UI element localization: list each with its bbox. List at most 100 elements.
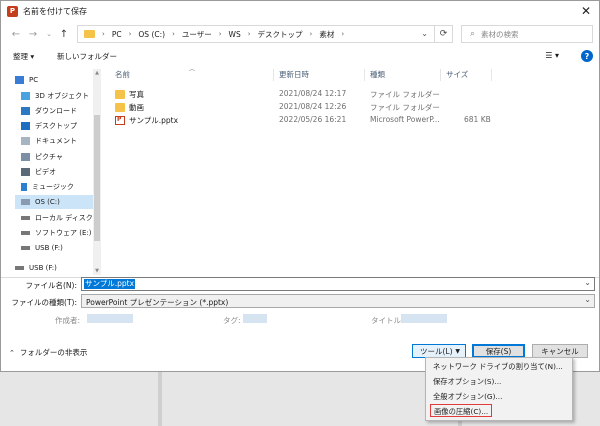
filename-field[interactable]: サンプル.pptx ⌄ [81, 277, 595, 291]
breadcrumb-separator: › [218, 30, 222, 38]
up-arrow-icon[interactable]: ↑ [57, 27, 71, 41]
column-header-size[interactable]: サイズ [446, 69, 468, 80]
breadcrumb-os-c[interactable]: OS (C:) [138, 30, 165, 39]
hide-folders-toggle[interactable]: ⌃ フォルダーの非表示 [9, 347, 87, 358]
recent-locations-icon[interactable]: ⌄ [42, 27, 56, 41]
file-name: サンプル.pptx [129, 116, 179, 125]
save-label: 保存(S) [485, 346, 512, 356]
3d-objects-icon [21, 92, 30, 100]
breadcrumb-sozai[interactable]: 素材 [319, 29, 334, 40]
file-modified: 2021/08/24 12:17 [279, 89, 347, 98]
search-placeholder: 素材の検索 [481, 29, 519, 39]
breadcrumb-desktop[interactable]: デスクトップ [258, 29, 303, 40]
navigation-pane: PC 3D オブジェクト ダウンロード デスクトップ ドキュメント ピクチャ ビ… [1, 69, 101, 275]
breadcrumb-users[interactable]: ユーザー [182, 29, 212, 40]
refresh-icon[interactable]: ⟳ [434, 26, 452, 42]
column-divider[interactable] [273, 69, 274, 81]
sidebar-item-usb-f[interactable]: USB (F:) [21, 241, 93, 255]
title-bar: P 名前を付けて保存 ✕ [1, 1, 599, 21]
sidebar-item-os-c[interactable]: OS (C:) [15, 195, 93, 209]
chevron-down-icon[interactable]: ⌄ [421, 29, 428, 38]
filetype-value: PowerPoint プレゼンテーション (*.pptx) [86, 298, 229, 307]
title-value[interactable] [401, 314, 447, 323]
column-divider[interactable] [364, 69, 365, 81]
background-divider [158, 372, 162, 426]
sidebar-item-label: ソフトウェア (E:) [35, 229, 92, 237]
command-bar: 整理 ▾ 新しいフォルダー ☰ ▾ ? [1, 48, 599, 66]
sidebar-item-label: ミュージック [32, 183, 74, 191]
sidebar-scrollbar[interactable]: ▲ ▼ [93, 69, 101, 275]
menu-item-save-options[interactable]: 保存オプション(S)... [430, 375, 570, 388]
sidebar-item-label: OS (C:) [35, 198, 60, 206]
sort-ascending-icon: ︿ [189, 66, 196, 73]
column-header-modified[interactable]: 更新日時 [279, 69, 309, 80]
sidebar-item-local-disk-d[interactable]: ローカル ディスク (D [21, 211, 93, 225]
hide-folders-label: フォルダーの非表示 [19, 348, 88, 357]
sidebar-item-software-e[interactable]: ソフトウェア (E:) [21, 226, 93, 240]
file-size: 681 KB [464, 115, 491, 124]
menu-item-general-options[interactable]: 全般オプション(G)... [430, 390, 570, 403]
file-name: 写真 [129, 90, 144, 99]
tools-button[interactable]: ツール(L) ▼ [412, 344, 466, 358]
file-type: ファイル フォルダー [370, 90, 440, 99]
title-label: タイトル: [371, 316, 404, 325]
menu-item-compress-pictures[interactable]: 画像の圧縮(C)... [430, 404, 492, 417]
column-header-type[interactable]: 種類 [370, 69, 385, 80]
documents-icon [21, 137, 30, 145]
sidebar-item-label: USB (F:) [35, 244, 63, 252]
folder-icon [84, 30, 95, 38]
menu-item-map-network-drive[interactable]: ネットワーク ドライブの割り当て(N)... [430, 360, 570, 373]
breadcrumb-separator: › [102, 30, 105, 38]
file-type: Microsoft PowerP... [370, 115, 440, 124]
breadcrumb-ws[interactable]: WS [229, 30, 241, 39]
tags-label: タグ: [223, 316, 241, 325]
breadcrumb-pc[interactable]: PC [112, 30, 122, 39]
pictures-icon [21, 153, 30, 161]
breadcrumb-separator: › [247, 30, 251, 38]
forward-arrow-icon[interactable]: → [26, 27, 40, 41]
chevron-down-icon[interactable]: ⌄ [584, 278, 591, 287]
folder-icon [115, 90, 125, 99]
table-row[interactable]: サンプル.pptx 2022/05/26 16:21 Microsoft Pow… [109, 114, 599, 127]
cancel-label: キャンセル [541, 346, 579, 356]
filename-value[interactable]: サンプル.pptx [84, 279, 136, 289]
drive-icon [21, 231, 30, 235]
breadcrumb-separator: › [309, 30, 313, 38]
column-header-name[interactable]: 名前 [115, 69, 130, 80]
sidebar-item-usb-f-root[interactable]: USB (F:) [15, 261, 93, 275]
author-value[interactable] [87, 314, 133, 323]
scrollbar-thumb[interactable] [94, 115, 100, 241]
drive-icon [21, 199, 30, 205]
back-arrow-icon[interactable]: ← [9, 27, 23, 41]
cancel-button[interactable]: キャンセル [532, 344, 588, 358]
file-type: ファイル フォルダー [370, 103, 440, 112]
tools-dropdown-menu: ネットワーク ドライブの割り当て(N)... 保存オプション(S)... 全般オ… [425, 357, 573, 421]
tags-value[interactable] [243, 314, 267, 323]
search-icon: ⌕ [470, 29, 476, 39]
new-folder-button[interactable]: 新しいフォルダー [57, 51, 117, 62]
table-row[interactable]: 写真 2021/08/24 12:17 ファイル フォルダー [109, 88, 599, 101]
desktop-icon [21, 122, 30, 130]
filetype-label: ファイルの種類(T): [11, 298, 77, 307]
address-bar[interactable]: › PC › OS (C:) › ユーザー › WS › デスクトップ › 素材… [77, 25, 453, 43]
save-button[interactable]: 保存(S) [472, 344, 525, 358]
view-options-icon[interactable]: ☰ ▾ [545, 51, 559, 60]
search-input[interactable]: ⌕ 素材の検索 [461, 25, 593, 43]
help-icon[interactable]: ? [581, 50, 593, 62]
filetype-select[interactable]: PowerPoint プレゼンテーション (*.pptx) ⌄ [81, 294, 595, 308]
file-modified: 2021/08/24 12:26 [279, 102, 347, 111]
table-row[interactable]: 動画 2021/08/24 12:26 ファイル フォルダー [109, 101, 599, 114]
drive-icon [21, 216, 30, 220]
scroll-up-icon[interactable]: ▲ [93, 70, 101, 76]
column-divider[interactable] [491, 69, 492, 81]
sidebar-item-label: デスクトップ [35, 122, 77, 130]
sidebar-item-label: ダウンロード [35, 107, 77, 115]
chevron-down-icon[interactable]: ⌄ [584, 295, 591, 304]
column-divider[interactable] [440, 69, 441, 81]
sidebar-item-label: ピクチャ [35, 153, 63, 161]
scroll-down-icon[interactable]: ▼ [93, 268, 101, 274]
organize-button[interactable]: 整理 ▾ [13, 51, 34, 62]
dialog-title: 名前を付けて保存 [23, 6, 87, 16]
close-icon[interactable]: ✕ [581, 4, 591, 18]
navigation-row: ← → ⌄ ↑ › PC › OS (C:) › ユーザー › WS › デスク… [1, 25, 599, 45]
